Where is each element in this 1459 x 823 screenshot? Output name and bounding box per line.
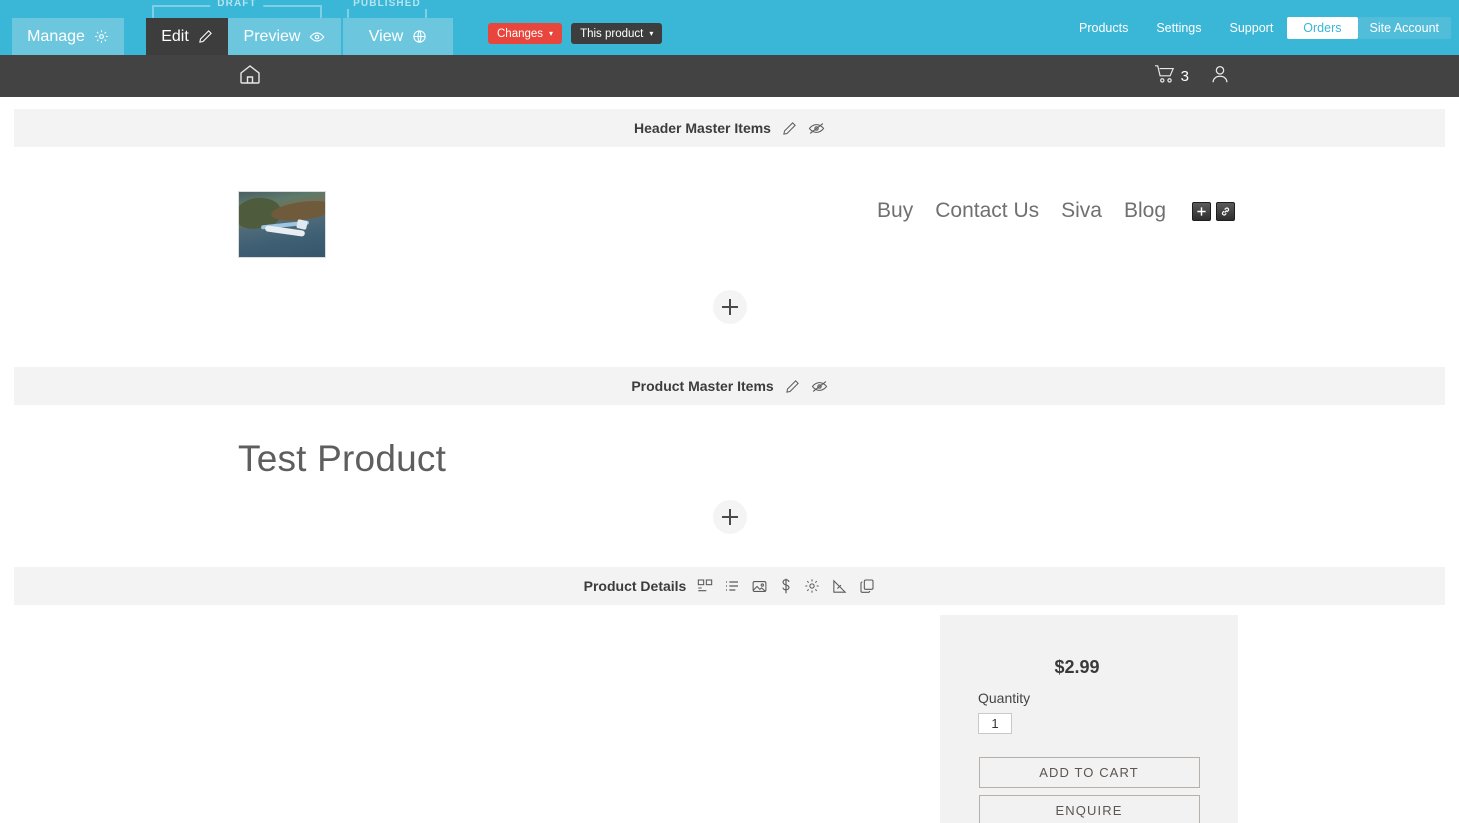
tab-manage-label: Manage (27, 27, 85, 45)
add-product-item-button[interactable] (712, 500, 747, 534)
home-icon[interactable] (238, 62, 262, 91)
layout-grid-icon[interactable] (697, 578, 713, 594)
changes-label: Changes (497, 27, 544, 40)
pencil-edit-icon[interactable] (782, 121, 797, 136)
admin-link-site-account[interactable]: Site Account (1357, 17, 1451, 39)
pencil-edit-icon[interactable] (785, 379, 800, 394)
site-menu: Buy Contact Us Siva Blog (877, 199, 1235, 223)
this-product-dropdown[interactable]: This product ▾ (571, 23, 663, 44)
logo-plane-tail (296, 219, 308, 230)
admin-toolbar: DRAFT PUBLISHED Manage Edit Preview View… (0, 0, 1459, 55)
menu-item-blog[interactable]: Blog (1124, 199, 1166, 223)
header-master-items-strip: Header Master Items (14, 109, 1445, 147)
site-logo-image[interactable] (238, 191, 326, 258)
pencil-icon (198, 29, 213, 44)
enquire-button[interactable]: ENQUIRE (978, 795, 1200, 823)
eye-hidden-icon[interactable] (808, 120, 825, 137)
user-account-icon[interactable] (1209, 63, 1231, 90)
image-gallery-icon[interactable] (751, 578, 768, 595)
cart-button[interactable]: 3 (1154, 64, 1189, 89)
product-details-strip: Product Details (14, 567, 1445, 605)
add-plus-icon[interactable] (1192, 201, 1211, 221)
add-to-cart-button[interactable]: ADD TO CART (978, 757, 1200, 788)
tab-edit-label: Edit (161, 27, 189, 45)
eye-icon (309, 29, 325, 45)
product-master-items-title: Product Master Items (631, 378, 774, 394)
site-navigation-bar: 3 (0, 55, 1459, 97)
tab-view-label: View (368, 27, 404, 45)
chevron-down-icon: ▾ (549, 28, 554, 38)
page-title: Test Product (238, 438, 447, 479)
product-master-items-strip: Product Master Items (14, 367, 1445, 405)
header-add-row (0, 290, 1459, 324)
cart-count: 3 (1180, 67, 1189, 85)
changes-dropdown[interactable]: Changes ▾ (488, 23, 563, 44)
chevron-down-icon: ▾ (649, 28, 654, 38)
site-nav-right-group: 3 (1154, 63, 1459, 90)
header-content-area: Buy Contact Us Siva Blog (0, 147, 1459, 329)
admin-tabs: Manage Edit Preview View (0, 0, 453, 55)
admin-link-settings[interactable]: Settings (1142, 17, 1215, 39)
tab-view[interactable]: View (343, 18, 453, 55)
tab-edit[interactable]: Edit (146, 18, 228, 55)
header-master-items-title: Header Master Items (634, 120, 771, 136)
quantity-label: Quantity (978, 690, 1031, 706)
tab-preview-label: Preview (243, 27, 301, 45)
admin-right-links: Products Settings Support Orders Site Ac… (1065, 17, 1459, 39)
dollar-price-icon[interactable] (779, 578, 793, 594)
admin-pill-group: Changes ▾ This product ▾ (488, 23, 663, 44)
product-details-body: $2.99 Quantity ADD TO CART ENQUIRE (0, 605, 1459, 823)
this-product-label: This product (580, 27, 644, 40)
tab-preview[interactable]: Preview (228, 18, 341, 55)
gear-icon (94, 29, 109, 44)
globe-icon (412, 29, 427, 44)
buy-panel: $2.99 Quantity ADD TO CART ENQUIRE (940, 615, 1238, 823)
product-details-title: Product Details (583, 578, 687, 594)
eye-hidden-icon[interactable] (811, 378, 828, 395)
admin-link-products[interactable]: Products (1065, 17, 1142, 39)
admin-link-support[interactable]: Support (1216, 17, 1288, 39)
product-add-row (0, 500, 1459, 534)
link-edit-icon[interactable] (1216, 201, 1235, 221)
tab-manage[interactable]: Manage (12, 18, 124, 55)
menu-item-contact-us[interactable]: Contact Us (935, 199, 1039, 223)
product-price: $2.99 (1054, 657, 1100, 677)
list-icon[interactable] (724, 578, 740, 594)
menu-item-buy[interactable]: Buy (877, 199, 913, 223)
copy-duplicate-icon[interactable] (859, 578, 875, 594)
menu-edit-buttons (1192, 201, 1235, 221)
admin-link-orders[interactable]: Orders (1287, 17, 1358, 39)
quantity-input[interactable] (978, 713, 1012, 734)
design-ruler-icon[interactable] (831, 578, 848, 595)
add-header-item-button[interactable] (712, 290, 747, 324)
gear-settings-icon[interactable] (804, 578, 820, 594)
menu-item-siva[interactable]: Siva (1061, 199, 1102, 223)
shopping-cart-icon (1154, 64, 1176, 89)
